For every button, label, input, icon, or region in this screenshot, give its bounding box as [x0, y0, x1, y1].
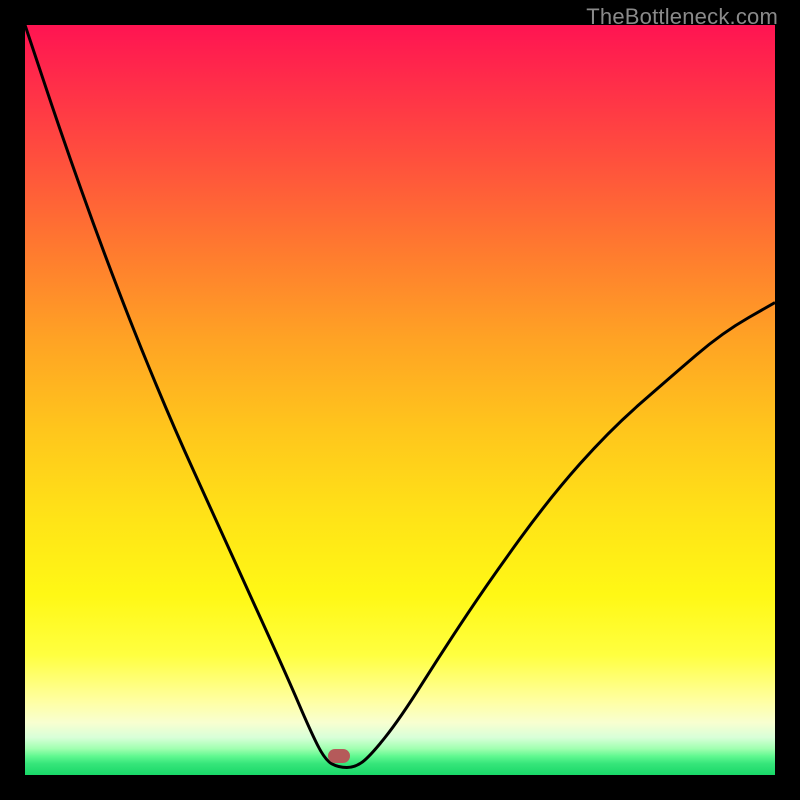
optimal-point-marker [328, 749, 350, 763]
bottleneck-curve [25, 25, 775, 775]
curve-path [25, 25, 775, 768]
plot-area [25, 25, 775, 775]
chart-frame: TheBottleneck.com [0, 0, 800, 800]
